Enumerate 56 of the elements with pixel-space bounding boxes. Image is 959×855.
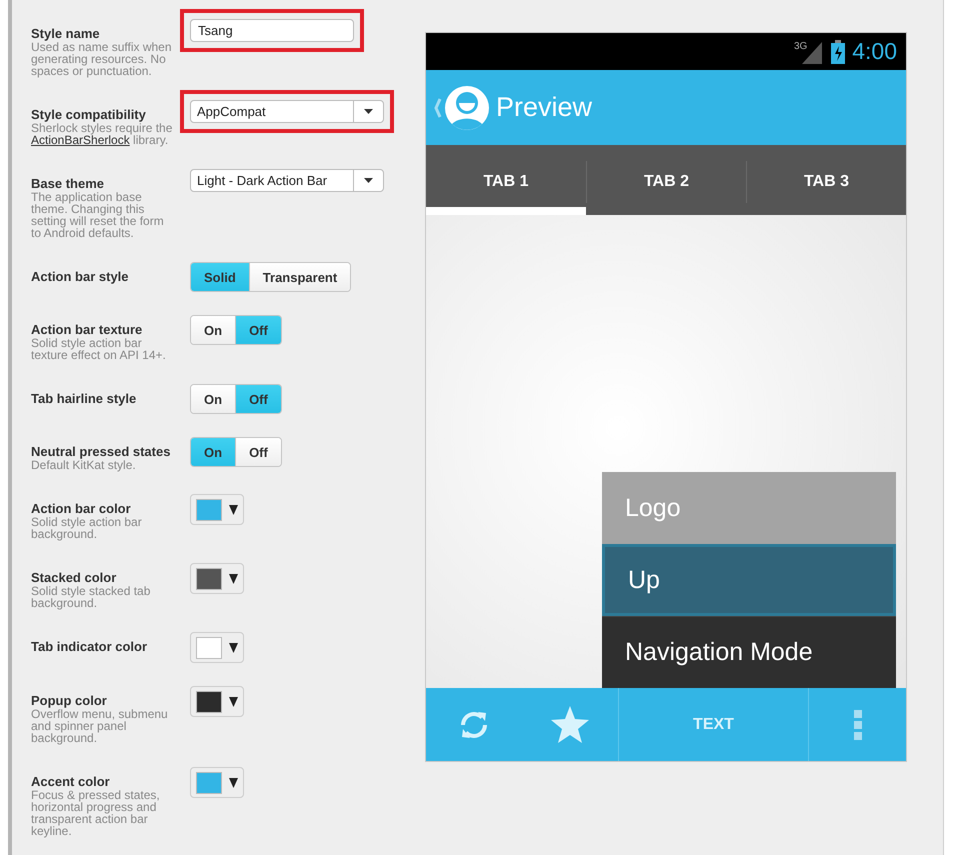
- toggle-option[interactable]: Off: [235, 316, 281, 344]
- toggle-option[interactable]: Off: [235, 385, 281, 413]
- toggle-option[interactable]: Transparent: [248, 263, 350, 291]
- caret-icon: [229, 504, 238, 514]
- dropdown[interactable]: Light - Dark Action Bar: [190, 169, 384, 192]
- color-picker[interactable]: [190, 767, 244, 798]
- toggle-option[interactable]: On: [191, 385, 236, 413]
- setting-label: Accent color: [31, 775, 111, 789]
- setting-description: Overflow menu, submenu and spinner panel background.: [31, 708, 169, 744]
- setting-label: Action bar color: [31, 502, 132, 516]
- battery-icon: [831, 40, 846, 64]
- setting-description: Solid style stacked tab background.: [31, 585, 152, 609]
- toggle-option[interactable]: Off: [235, 438, 281, 466]
- setting-description: Default KitKat style.: [31, 459, 137, 471]
- setting-label: Base theme: [31, 177, 105, 191]
- caret-icon: [229, 574, 238, 584]
- dropdown-value: Light - Dark Action Bar: [196, 173, 328, 188]
- setting-label: Style name: [31, 27, 101, 41]
- menu-item[interactable]: Navigation Mode: [602, 616, 896, 688]
- tab[interactable]: TAB 1: [426, 161, 586, 203]
- caret-icon: [229, 778, 238, 788]
- menu-item[interactable]: Up: [602, 544, 896, 616]
- toggle-option[interactable]: On: [191, 438, 236, 466]
- setting-label: Stacked color: [31, 571, 118, 585]
- setting-description: Solid style action bar background.: [31, 516, 143, 540]
- action-bar-title: Preview: [496, 92, 592, 123]
- toggle-option[interactable]: Solid: [191, 263, 249, 291]
- toggle-option[interactable]: On: [191, 316, 236, 344]
- caret-icon: [229, 696, 238, 706]
- setting-label: Neutral pressed states: [31, 445, 172, 459]
- setting-label: Tab hairline style: [31, 392, 138, 406]
- tab[interactable]: TAB 3: [746, 161, 906, 203]
- clock: 4:00: [852, 38, 897, 65]
- setting-label: Popup color: [31, 694, 108, 708]
- library-link[interactable]: ActionBarSherlock: [31, 133, 130, 147]
- dropdown-value: AppCompat: [196, 104, 267, 119]
- setting-description: Focus & pressed states, horizontal progress and transparent action bar keyline.: [31, 789, 161, 837]
- setting-description: Used as name suffix when generating resources. No spaces or punctuation.: [31, 41, 173, 77]
- star-icon[interactable]: [550, 706, 590, 744]
- caret-icon: [229, 642, 238, 652]
- setting-description: Sherlock styles require the ActionBarSherlock library.: [31, 122, 174, 146]
- setting-label: Action bar style: [31, 270, 130, 284]
- setting-label: Tab indicator color: [31, 640, 148, 654]
- setting-label: Style compatibility: [31, 108, 147, 122]
- color-picker[interactable]: [190, 632, 244, 663]
- caret-icon: [364, 109, 373, 114]
- setting-description: The application base theme. Changing this setting will reset the form to Android defaults.: [31, 191, 165, 239]
- caret-icon: [364, 178, 373, 183]
- style-name-field[interactable]: Tsang: [190, 19, 354, 42]
- color-picker[interactable]: [190, 494, 244, 525]
- tab[interactable]: TAB 2: [586, 161, 746, 203]
- color-picker[interactable]: [190, 563, 244, 594]
- color-picker[interactable]: [190, 686, 244, 717]
- setting-label: Action bar texture: [31, 323, 144, 337]
- dropdown[interactable]: AppCompat: [190, 100, 384, 123]
- setting-description: Solid style action bar texture effect on API 14+.: [31, 337, 167, 361]
